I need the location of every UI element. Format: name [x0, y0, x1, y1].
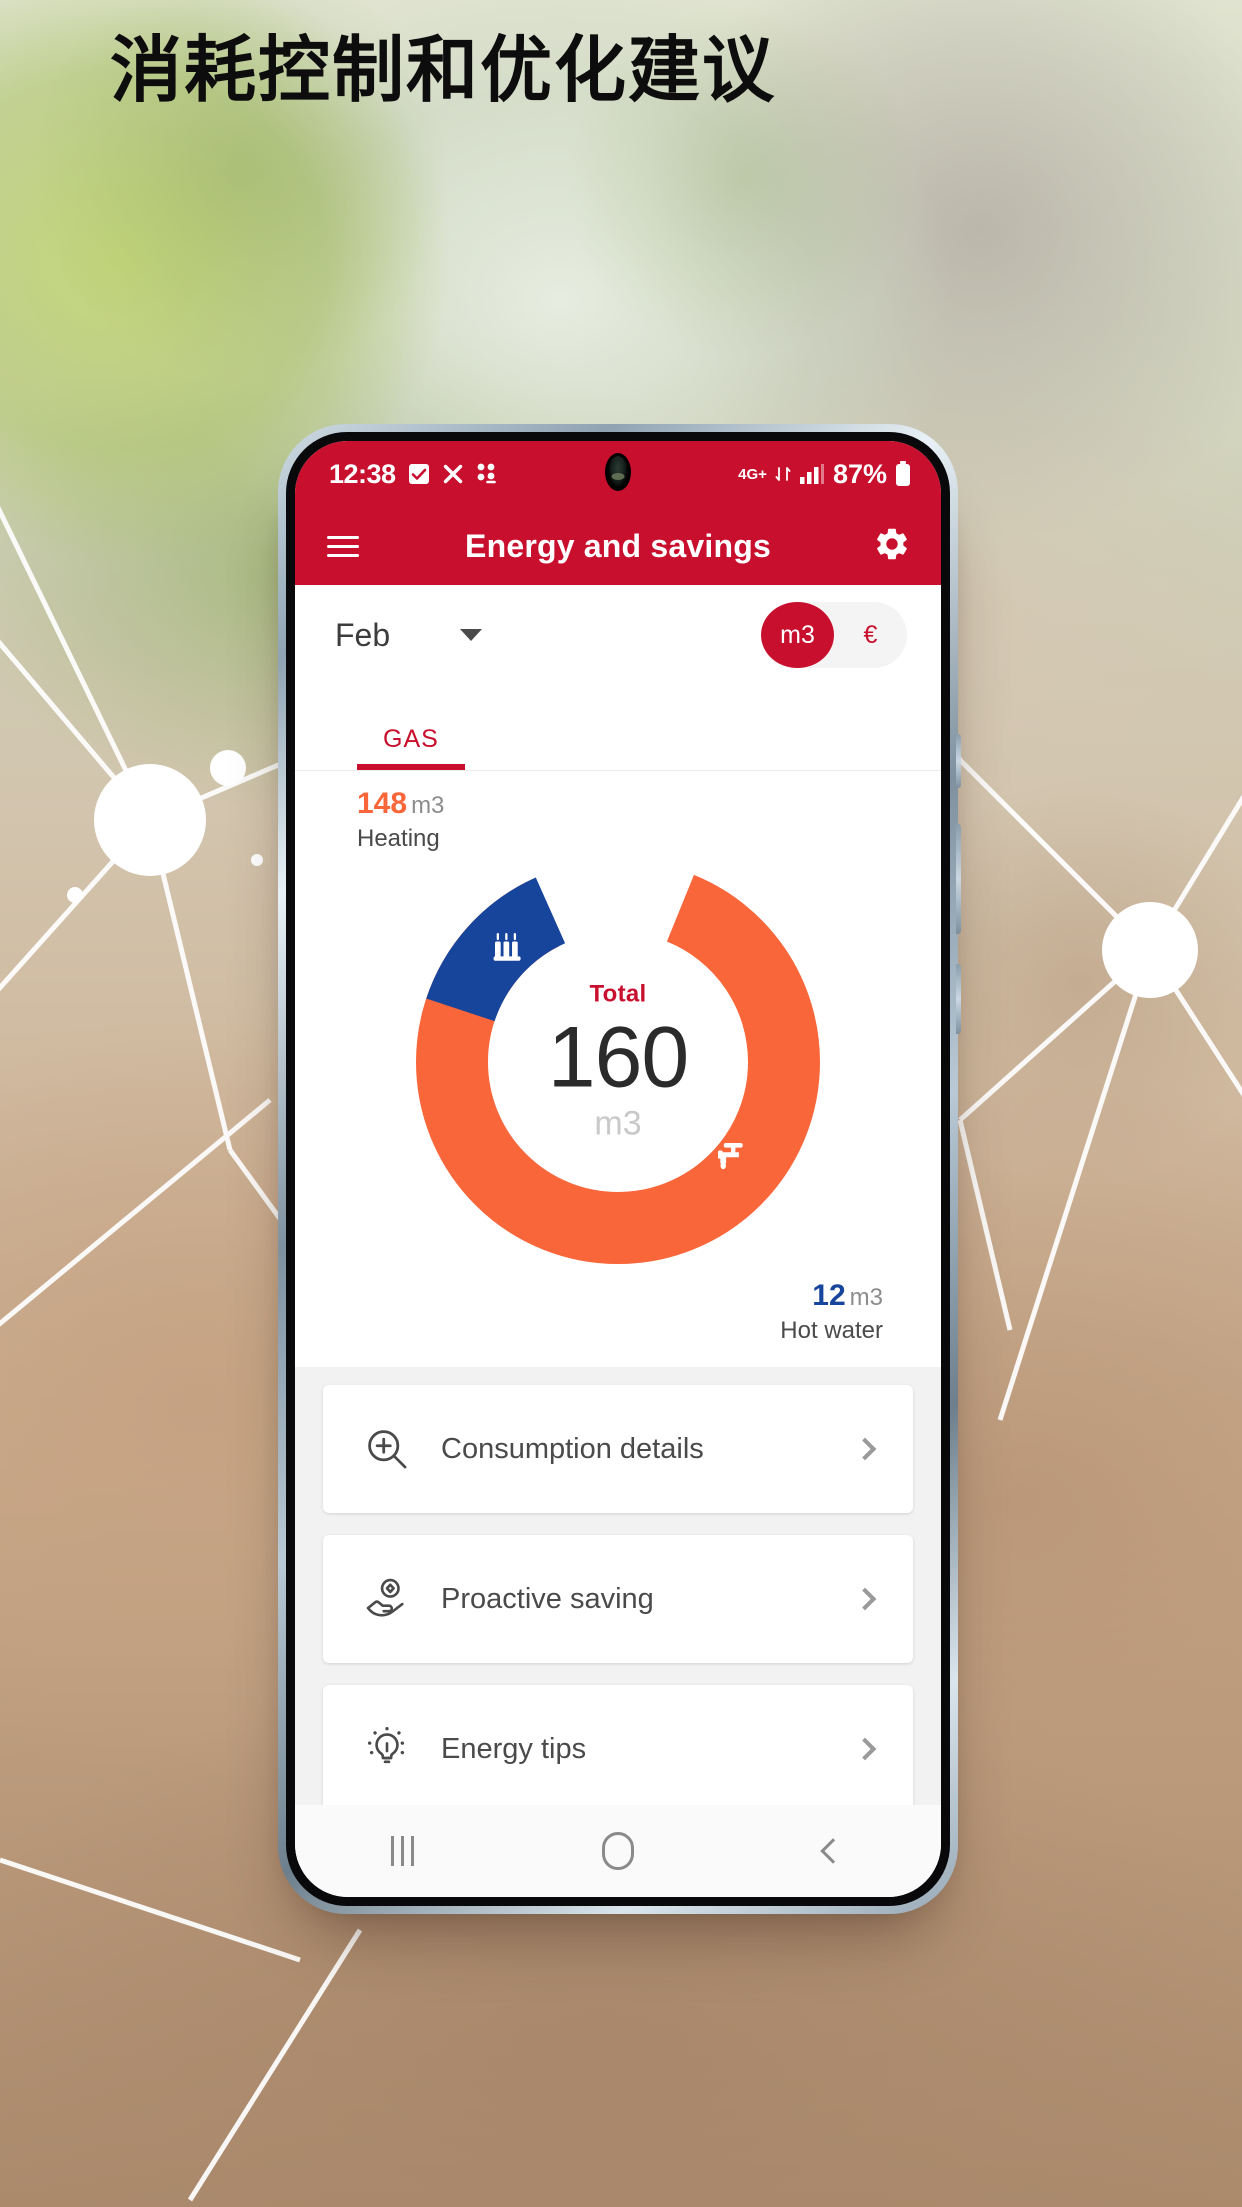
menu-item-label: Proactive saving [441, 1582, 654, 1615]
app-content: Feb m3 € GAS 148 m3 Heating Total 160 m3… [295, 585, 941, 1805]
chevron-right-icon [853, 1737, 877, 1761]
magnifier-plus-icon [359, 1426, 415, 1472]
donut-total-unit: m3 [594, 1104, 642, 1143]
period-row: Feb m3 € [295, 585, 941, 685]
donut-total-label: Total [589, 980, 647, 1008]
donut-chart: 148 m3 Heating Total 160 m3 12 m3 Hot wa… [295, 771, 941, 1367]
legend-heating: 148 m3 Heating [357, 787, 444, 853]
menu-item-label: Consumption details [441, 1432, 704, 1465]
legend-hot-water: 12 m3 Hot water [780, 1279, 883, 1345]
phone-button-power [956, 964, 961, 1034]
tabs-row: GAS [295, 685, 941, 771]
legend-hot-water-unit: m3 [849, 1284, 883, 1311]
network-type-label: 4G+ [738, 465, 767, 483]
data-transfer-icon [775, 464, 791, 484]
phone-mockup: 12:38 4G+ 87% Energy and savings Feb m3 … [278, 424, 961, 1914]
phone-button-mute [956, 734, 961, 788]
consumption-chart-card: Feb m3 € GAS 148 m3 Heating Total 160 m3… [295, 585, 941, 1367]
donut-graphic: Total 160 m3 [413, 857, 823, 1267]
hand-coin-icon [359, 1576, 415, 1622]
battery-icon [895, 461, 911, 487]
battery-percentage: 87% [832, 458, 887, 489]
page-title: 消耗控制和优化建议 [110, 28, 777, 112]
unit-option-euro[interactable]: € [834, 602, 907, 668]
phone-button-volume [956, 824, 961, 934]
android-nav-bar [295, 1805, 941, 1897]
unit-toggle[interactable]: m3 € [761, 602, 907, 668]
status-time: 12:38 [329, 458, 396, 489]
unit-option-m3[interactable]: m3 [761, 602, 834, 668]
back-icon[interactable] [773, 1838, 893, 1864]
gear-icon[interactable] [873, 525, 911, 568]
front-camera-punch-hole [605, 453, 631, 491]
legend-heating-value: 148 [357, 787, 408, 820]
menu-item-label: Energy tips [441, 1732, 587, 1765]
month-selector-label: Feb [335, 616, 391, 653]
status-bar-left: 12:38 [329, 459, 496, 490]
lightbulb-icon [359, 1726, 415, 1772]
donut-center-label: Total 160 m3 [488, 980, 748, 1143]
menu-item-consumption-details[interactable]: Consumption details [323, 1385, 913, 1513]
menu-item-energy-tips[interactable]: Energy tips [323, 1685, 913, 1805]
legend-hot-water-value: 12 [812, 1279, 846, 1312]
app-bar: Energy and savings [295, 507, 941, 585]
signal-strength-icon [799, 463, 825, 485]
legend-heating-name: Heating [357, 825, 440, 852]
app-bar-title: Energy and savings [465, 527, 771, 564]
menu-list: Consumption details Proactive saving Ene… [295, 1367, 941, 1805]
legend-heating-unit: m3 [411, 792, 445, 819]
home-icon[interactable] [558, 1832, 678, 1870]
chevron-down-icon [460, 629, 483, 641]
hamburger-menu-icon[interactable] [327, 535, 359, 557]
recents-icon[interactable] [343, 1836, 463, 1866]
menu-item-proactive-saving[interactable]: Proactive saving [323, 1535, 913, 1663]
phone-bezel: 12:38 4G+ 87% Energy and savings Feb m3 … [286, 432, 950, 1906]
close-x-icon [442, 463, 464, 485]
donut-total-value: 160 [547, 1009, 690, 1106]
chevron-right-icon [853, 1437, 877, 1461]
month-selector[interactable]: Feb [335, 616, 483, 654]
chevron-right-icon [853, 1587, 877, 1611]
status-bar-right: 4G+ 87% [738, 459, 911, 490]
braille-dots-icon [476, 462, 496, 486]
legend-heating-value-row: 148 m3 [357, 787, 444, 821]
phone-frame: 12:38 4G+ 87% Energy and savings Feb m3 … [278, 424, 961, 1914]
checkbox-icon [408, 463, 430, 485]
status-bar: 12:38 4G+ 87% [295, 441, 941, 507]
legend-hot-water-value-row: 12 m3 [780, 1279, 883, 1313]
legend-hot-water-name: Hot water [780, 1317, 883, 1344]
tab-gas[interactable]: GAS [357, 725, 465, 770]
phone-screen: 12:38 4G+ 87% Energy and savings Feb m3 … [295, 441, 941, 1897]
